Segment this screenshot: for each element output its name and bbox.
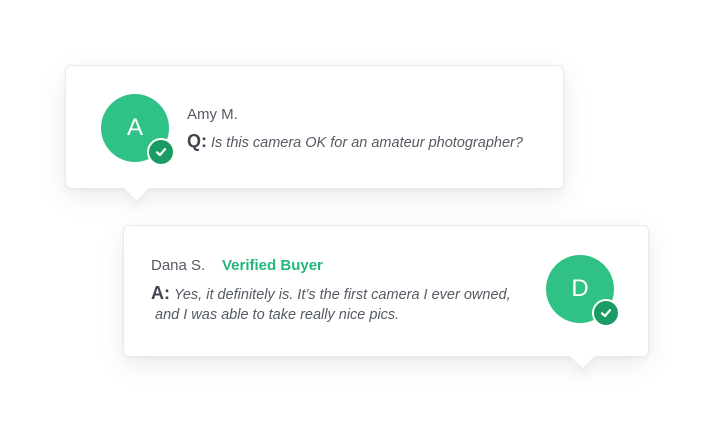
answer-text-line2: and I was able to take really nice pics. (155, 307, 400, 323)
answerer-avatar: D (546, 255, 620, 327)
check-icon (600, 309, 612, 318)
check-icon (155, 148, 167, 157)
asker-name: Amy M. (187, 106, 238, 123)
question-bubble: A Amy M. Q: Is this camera OK for an amat… (65, 65, 564, 202)
answer-bubble-tail (569, 343, 596, 370)
verified-check-icon (147, 138, 175, 166)
answer-bubble: Dana S. Verified Buyer A: Yes, it definit… (123, 225, 649, 370)
question-prefix: Q: (187, 131, 207, 151)
question-text: Is this camera OK for an amateur photogr… (211, 135, 523, 151)
question-bubble-tail (123, 175, 150, 202)
answerer-name: Dana S. (151, 257, 206, 274)
asker-avatar: A (101, 94, 175, 166)
answer-line: A: Yes, it definitely is. It’s the first … (151, 283, 511, 304)
answer-prefix: A: (151, 283, 170, 303)
answerer-avatar-letter: D (571, 275, 589, 302)
question-line: Q: Is this camera OK for an amateur photo… (187, 131, 523, 152)
verified-buyer-label: Verified Buyer (222, 257, 323, 274)
verified-check-icon (592, 299, 620, 327)
asker-avatar-letter: A (126, 114, 143, 141)
answer-text-line1: Yes, it definitely is. It’s the first ca… (174, 287, 511, 303)
